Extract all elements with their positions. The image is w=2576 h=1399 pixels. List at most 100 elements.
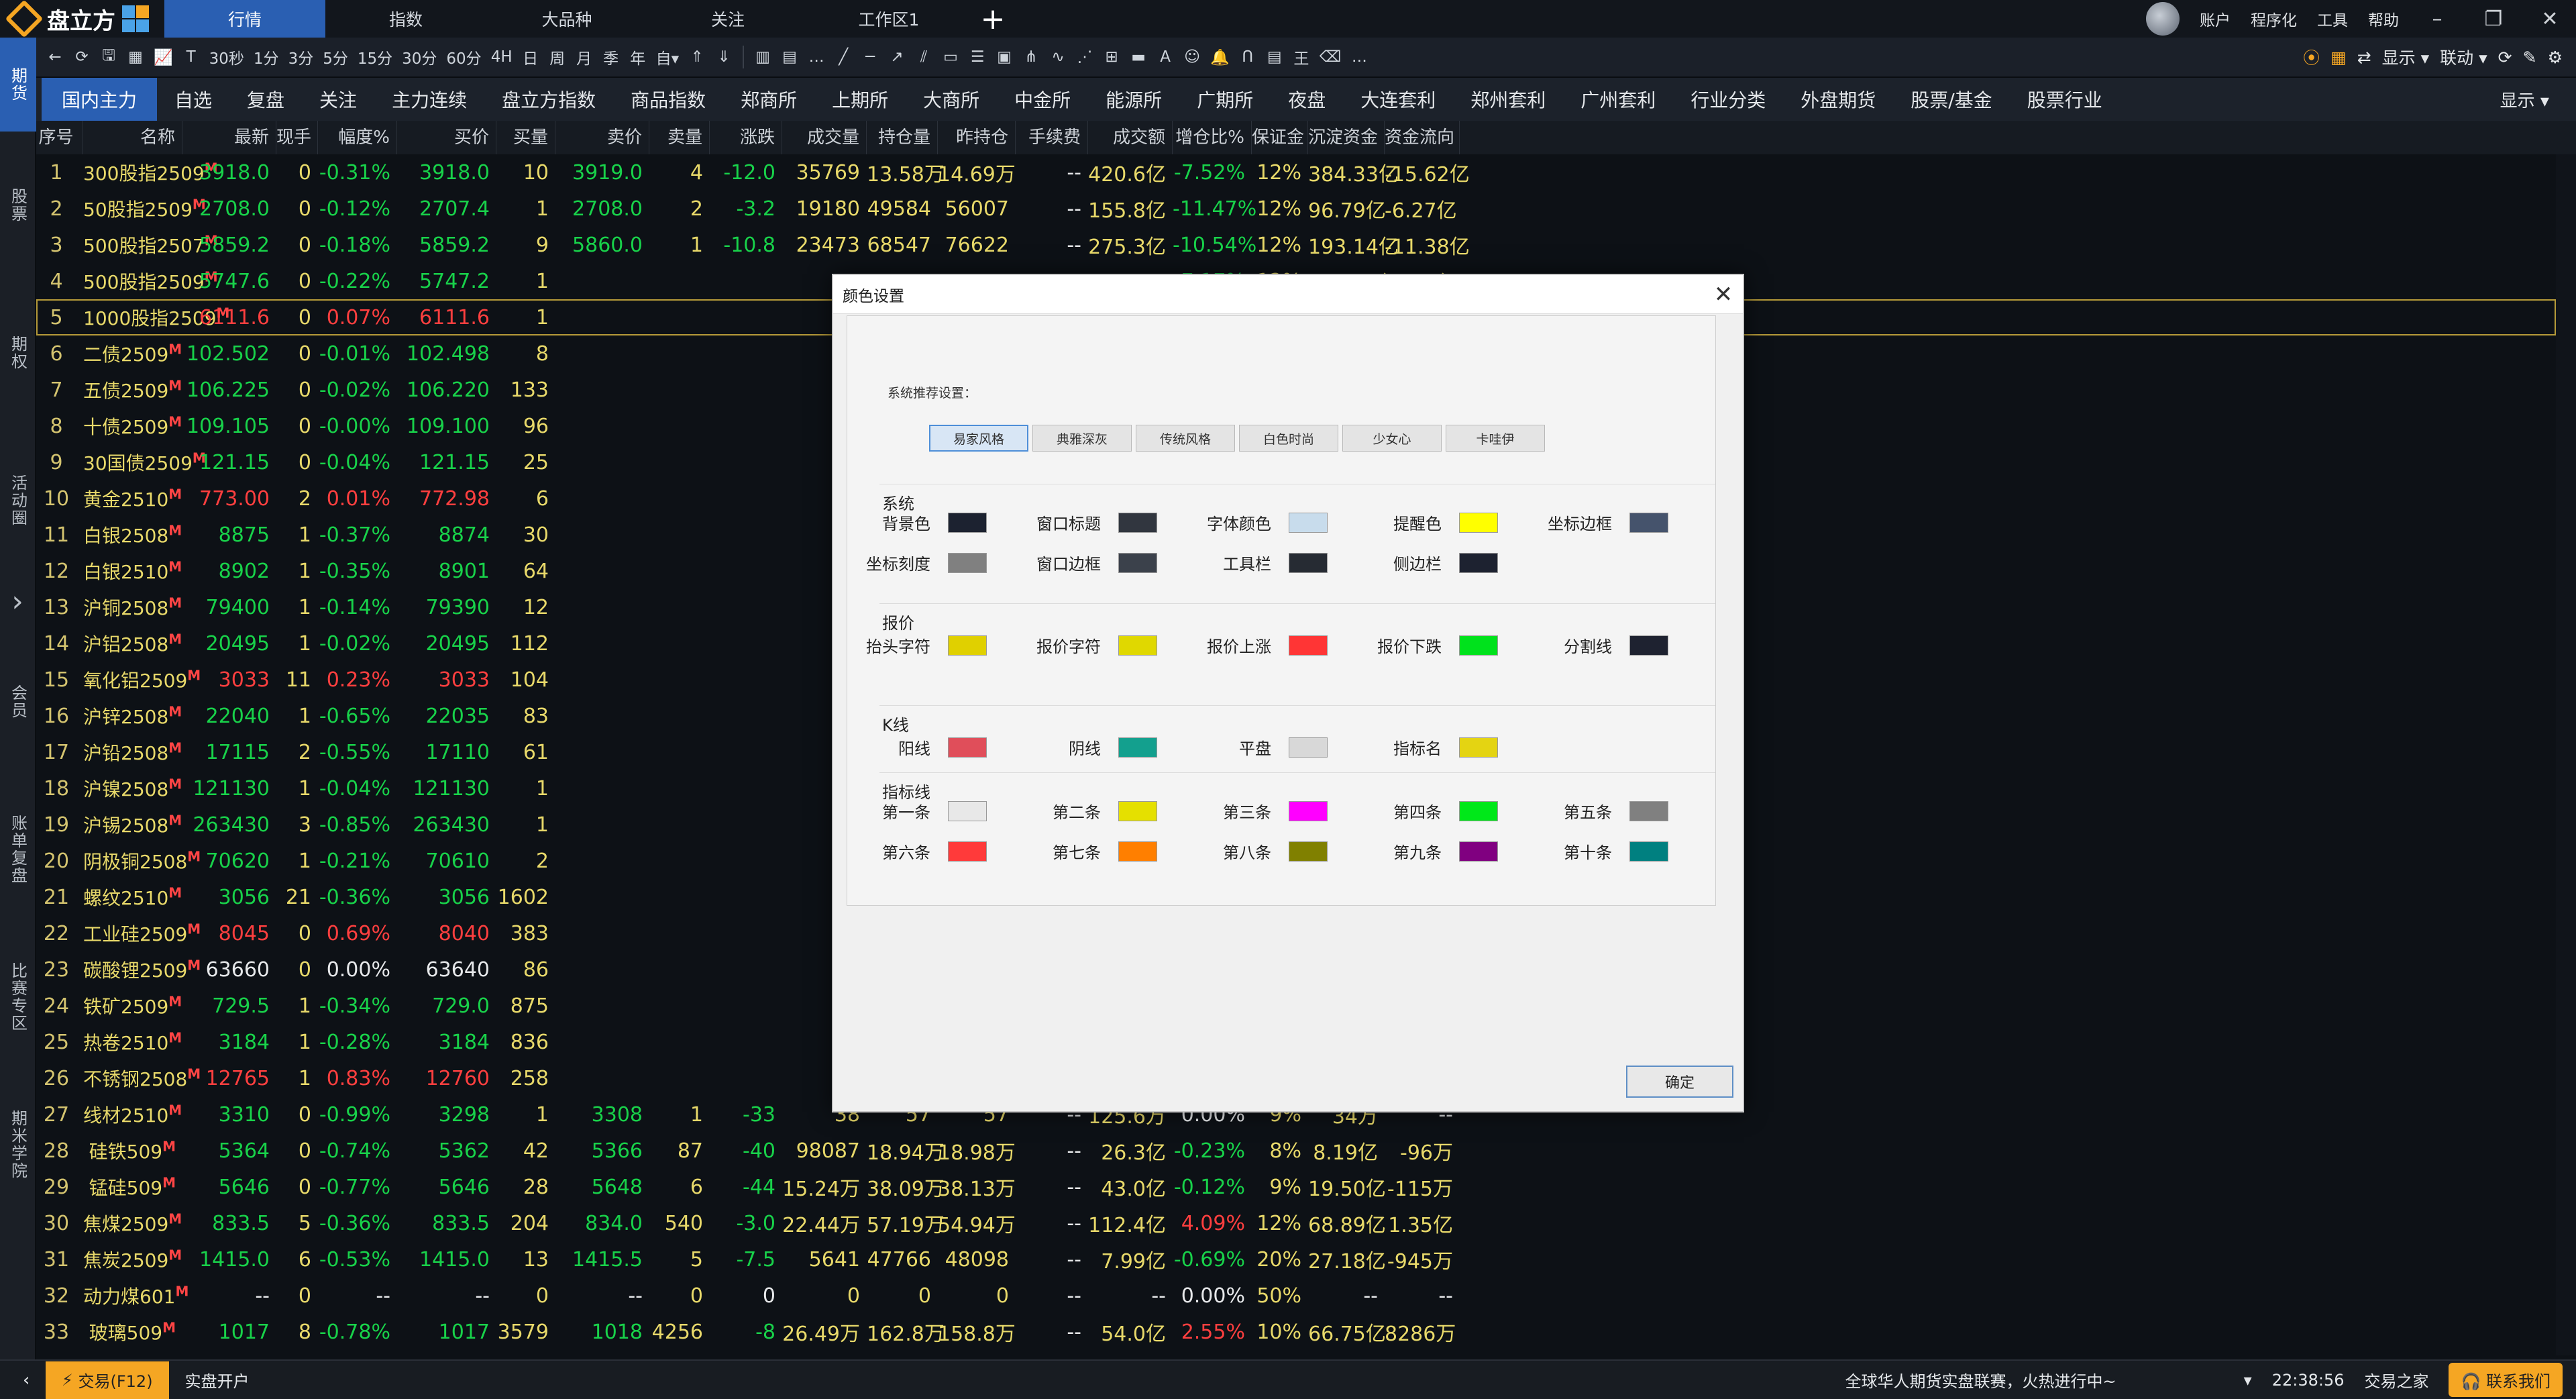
market-tab[interactable]: 中金所 [997,78,1088,121]
measure-tool-icon[interactable]: ⊞ [1098,37,1125,77]
theme-preset-button[interactable]: 少女心 [1342,425,1442,452]
menu-account[interactable]: 账户 [2200,7,2231,30]
theme-preset-button[interactable]: 易家风格 [929,425,1028,452]
market-tab[interactable]: 郑州套利 [1453,78,1563,121]
level-icon[interactable]: 王 [1288,37,1315,77]
color-swatch[interactable] [1459,800,1498,821]
annotate-icon[interactable]: A [1152,37,1179,77]
color-swatch[interactable] [1118,737,1157,758]
column-header[interactable]: 序号 [36,121,83,154]
lock-icon[interactable]: ▤ [1261,37,1288,77]
table-row[interactable]: 28 硅铁509M 5364 0 -0.74% 5362 42 5366 87 -40 98087 1… [36,1133,2556,1169]
color-swatch[interactable] [1459,512,1498,533]
bell-icon[interactable]: 🔔 [1205,37,1234,77]
chart-icon[interactable]: 📈 [149,37,178,77]
avatar[interactable] [2146,2,2180,36]
open-account-button[interactable]: 实盘开户 [169,1361,266,1399]
period-button[interactable]: 日 [517,37,544,77]
market-tab[interactable]: 主力连续 [374,78,484,121]
rect-tool-icon[interactable]: ▭ [937,37,964,77]
left-nav-item[interactable]: 期米学院 [0,1071,36,1219]
color-swatch[interactable] [1629,800,1668,821]
down-arrow-icon[interactable]: ⇓ [710,37,737,77]
table-row[interactable]: 32 动力煤601M -- 0 -- -- 0 -- 0 0 0 0 0 -- -- 0.00% 50% -- -- [36,1278,2556,1314]
parallel-tool-icon[interactable]: ⫽ [910,37,937,77]
color-swatch[interactable] [948,841,987,862]
market-tab[interactable]: 大商所 [906,78,997,121]
magnet-icon[interactable]: Ո [1234,37,1261,77]
main-tab[interactable]: 行情 [164,0,325,38]
expand-arrow-icon[interactable]: › [0,574,36,628]
color-swatch[interactable] [1289,737,1328,758]
column-header[interactable]: 成交量 [782,121,867,154]
market-tab[interactable]: 能源所 [1088,78,1179,121]
add-workspace-icon[interactable]: + [969,2,1016,36]
column-header[interactable]: 增仓比% [1173,121,1252,154]
pitch-tool-icon[interactable]: ⋔ [1018,37,1044,77]
market-tab[interactable]: 上期所 [814,78,906,121]
column-header[interactable]: 现手 [276,121,318,154]
table-row[interactable]: 2 50股指2509M 2708.0 0 -0.12% 2707.4 1 2708.0 2 -3.… [36,191,2556,227]
market-tab[interactable]: 股票/基金 [1893,78,2009,121]
market-tab[interactable]: 外盘期货 [1783,78,1893,121]
theme-preset-button[interactable]: 传统风格 [1136,425,1235,452]
table-row[interactable]: 30 焦煤2509M 833.5 5 -0.36% 833.5 204 834.0 540 -3.… [36,1205,2556,1241]
table-row[interactable]: 29 锰硅509M 5646 0 -0.77% 5646 28 5648 6 -44 15.24万 3… [36,1169,2556,1205]
signal-icon[interactable]: ⦿ [2303,45,2320,69]
restore-icon[interactable]: ❐ [2475,7,2512,31]
market-tab[interactable]: 广州套利 [1563,78,1673,121]
main-tab[interactable]: 指数 [325,0,486,38]
color-swatch[interactable] [948,552,987,573]
wave-tool-icon[interactable]: ∿ [1044,37,1071,77]
ruler-tool-icon[interactable]: ▬ [1125,37,1152,77]
more-icon[interactable]: … [803,37,830,77]
left-nav-item[interactable]: 股票 [0,132,36,279]
hline-tool-icon[interactable]: ─ [857,37,883,77]
close-window-icon[interactable]: ✕ [2532,7,2568,31]
menu-program[interactable]: 程序化 [2251,7,2297,30]
column-header[interactable]: 手续费 [1016,121,1088,154]
period-button[interactable]: 15分 [353,37,397,77]
back-icon[interactable]: ← [42,37,68,77]
period-button[interactable]: 4H [486,37,517,77]
display-dropdown[interactable]: 显示 ▾ [2382,45,2430,69]
period-button[interactable]: 30秒 [205,37,249,77]
fan-tool-icon[interactable]: ⋰ [1071,37,1098,77]
column-header[interactable]: 涨跌 [710,121,782,154]
market-tab[interactable]: 行业分类 [1673,78,1783,121]
column-header[interactable]: 幅度% [318,121,397,154]
period-button[interactable]: 60分 [441,37,486,77]
market-tab[interactable]: 大连套利 [1343,78,1453,121]
period-button[interactable]: 年 [625,37,651,77]
color-swatch[interactable] [1289,800,1328,821]
fib-tool-icon[interactable]: ☰ [964,37,991,77]
period-button[interactable]: 30分 [397,37,441,77]
column-header[interactable]: 昨持仓 [938,121,1016,154]
left-nav-item[interactable]: 比赛专区 [0,923,36,1071]
collapse-icon[interactable]: ‹ [7,1361,46,1399]
column-header[interactable]: 卖量 [649,121,710,154]
table-row[interactable]: 33 玻璃509M 1017 8 -0.78% 1017 3579 1018 4256 -8 26.… [36,1314,2556,1350]
table-row[interactable]: 31 焦炭2509M 1415.0 6 -0.53% 1415.0 13 1415.5 5 -7.… [36,1241,2556,1278]
color-swatch[interactable] [1289,512,1328,533]
text-tool-icon[interactable]: T [178,37,205,77]
column-header[interactable]: 保证金 [1252,121,1308,154]
contact-button[interactable]: 🎧 联系我们 [2449,1363,2563,1397]
market-tab[interactable]: 国内主力 [42,78,158,121]
market-tab[interactable]: 盘立方指数 [484,78,613,121]
color-swatch[interactable] [948,737,987,758]
period-button[interactable]: 季 [598,37,625,77]
color-swatch[interactable] [1459,841,1498,862]
period-button[interactable]: 周 [544,37,571,77]
smiley-icon[interactable]: ☺ [1179,37,1205,77]
color-swatch[interactable] [1118,635,1157,656]
column-header[interactable]: 卖价 [555,121,649,154]
line-tool-icon[interactable]: ╱ [830,37,857,77]
color-swatch[interactable] [948,635,987,656]
table-row[interactable]: 1 300股指2509M 3918.0 0 -0.31% 3918.0 10 3919.0 4-… [36,154,2556,191]
color-swatch[interactable] [1459,737,1498,758]
ok-button[interactable]: 确定 [1626,1066,1733,1098]
grid-icon[interactable]: ▦ [122,37,149,77]
color-swatch[interactable] [1629,635,1668,656]
color-swatch[interactable] [1118,552,1157,573]
